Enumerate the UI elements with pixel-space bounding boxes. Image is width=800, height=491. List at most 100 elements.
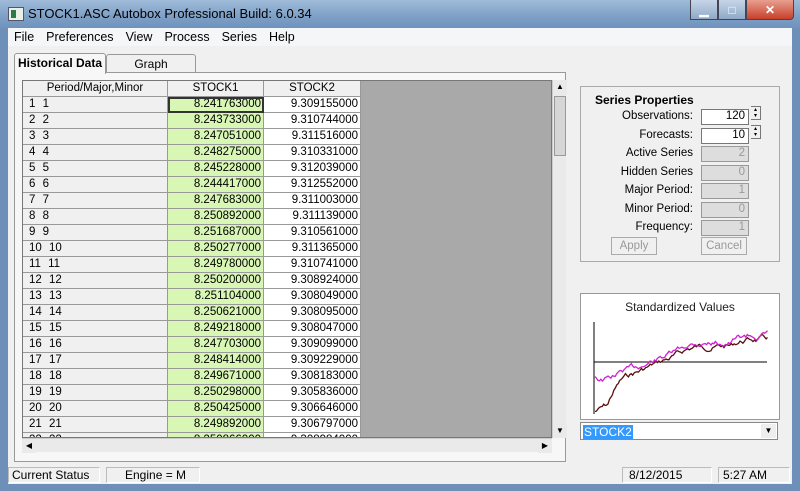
period-cell[interactable]: 2 2 bbox=[23, 113, 168, 129]
stock2-cell[interactable]: 9.308183000 bbox=[264, 369, 361, 385]
chevron-down-icon[interactable]: ▼ bbox=[761, 424, 776, 438]
period-cell[interactable]: 16 16 bbox=[23, 337, 168, 353]
stock2-cell[interactable]: 9.305836000 bbox=[264, 385, 361, 401]
series-select[interactable]: STOCK2 ▼ bbox=[580, 422, 778, 440]
stock2-cell[interactable]: 9.312039000 bbox=[264, 161, 361, 177]
stock1-cell[interactable]: 8.247683000 bbox=[168, 193, 264, 209]
stock2-cell[interactable]: 9.311516000 bbox=[264, 129, 361, 145]
stock1-cell[interactable]: 8.250892000 bbox=[168, 209, 264, 225]
stock1-cell[interactable]: 8.250425000 bbox=[168, 401, 264, 417]
stock2-cell[interactable]: 9.311003000 bbox=[264, 193, 361, 209]
scroll-up-arrow[interactable]: ▲ bbox=[553, 80, 567, 94]
stock1-cell[interactable]: 8.247703000 bbox=[168, 337, 264, 353]
period-cell[interactable]: 21 21 bbox=[23, 417, 168, 433]
scroll-thumb[interactable] bbox=[554, 96, 566, 156]
scroll-right-arrow[interactable]: ▶ bbox=[538, 439, 552, 453]
menu-bar: File Preferences View Process Series Hel… bbox=[8, 28, 792, 46]
property-value-field[interactable]: 120 bbox=[701, 109, 749, 125]
stock1-cell[interactable]: 8.250298000 bbox=[168, 385, 264, 401]
stock2-cell[interactable]: 9.306797000 bbox=[264, 417, 361, 433]
stock2-cell[interactable]: 9.310741000 bbox=[264, 257, 361, 273]
period-cell[interactable]: 18 18 bbox=[23, 369, 168, 385]
menu-view[interactable]: View bbox=[120, 28, 159, 46]
stock1-cell[interactable]: 8.247051000 bbox=[168, 129, 264, 145]
property-value-field: 2 bbox=[701, 146, 749, 162]
menu-help[interactable]: Help bbox=[263, 28, 301, 46]
stock1-cell[interactable]: 8.250200000 bbox=[168, 273, 264, 289]
stock1-cell[interactable]: 8.249892000 bbox=[168, 417, 264, 433]
stock2-cell[interactable]: 9.308049000 bbox=[264, 289, 361, 305]
stock1-cell[interactable]: 8.250277000 bbox=[168, 241, 264, 257]
period-cell[interactable]: 10 10 bbox=[23, 241, 168, 257]
stock1-cell[interactable]: 8.241763000 bbox=[168, 97, 264, 113]
stock1-cell[interactable]: 8.243733000 bbox=[168, 113, 264, 129]
period-cell[interactable]: 13 13 bbox=[23, 289, 168, 305]
period-cell[interactable]: 4 4 bbox=[23, 145, 168, 161]
stock1-cell[interactable]: 8.245228000 bbox=[168, 161, 264, 177]
spinner-icon[interactable]: ▴ ▾ bbox=[751, 106, 761, 120]
stock1-cell[interactable]: 8.248414000 bbox=[168, 353, 264, 369]
period-cell[interactable]: 11 11 bbox=[23, 257, 168, 273]
spinner-icon[interactable]: ▴ ▾ bbox=[751, 124, 761, 139]
stock1-cell[interactable]: 8.248275000 bbox=[168, 145, 264, 161]
period-cell[interactable]: 14 14 bbox=[23, 305, 168, 321]
stock1-cell[interactable]: 8.250621000 bbox=[168, 305, 264, 321]
period-cell[interactable]: 3 3 bbox=[23, 129, 168, 145]
period-cell[interactable]: 17 17 bbox=[23, 353, 168, 369]
tab-graph[interactable]: Graph bbox=[106, 54, 196, 73]
scroll-left-arrow[interactable]: ◀ bbox=[22, 439, 36, 453]
apply-button[interactable]: Apply bbox=[611, 237, 657, 255]
stock2-cell[interactable]: 9.309229000 bbox=[264, 353, 361, 369]
period-cell[interactable]: 6 6 bbox=[23, 177, 168, 193]
stock1-cell[interactable]: 8.249218000 bbox=[168, 321, 264, 337]
stock2-cell[interactable]: 9.310331000 bbox=[264, 145, 361, 161]
stock2-cell[interactable]: 9.311365000 bbox=[264, 241, 361, 257]
period-cell[interactable]: 12 12 bbox=[23, 273, 168, 289]
stock1-cell[interactable]: 8.249780000 bbox=[168, 257, 264, 273]
table-row: 2 2 8.243733000 9.310744000 bbox=[23, 113, 361, 129]
menu-preferences[interactable]: Preferences bbox=[40, 28, 119, 46]
minimize-button[interactable]: ▁ bbox=[690, 0, 718, 20]
stock2-cell[interactable]: 9.311139000 bbox=[264, 209, 361, 225]
table-row: 14 14 8.250621000 9.308095000 bbox=[23, 305, 361, 321]
period-cell[interactable]: 8 8 bbox=[23, 209, 168, 225]
vertical-scrollbar[interactable]: ▲ ▼ bbox=[552, 80, 567, 438]
menu-process[interactable]: Process bbox=[158, 28, 215, 46]
stock1-cell[interactable]: 8.249671000 bbox=[168, 369, 264, 385]
tab-historical-data[interactable]: Historical Data bbox=[14, 53, 106, 74]
property-value-field[interactable]: 10 bbox=[701, 127, 749, 144]
cancel-button[interactable]: Cancel bbox=[701, 237, 747, 255]
stock2-cell[interactable]: 9.308095000 bbox=[264, 305, 361, 321]
stock2-cell[interactable]: 9.309155000 bbox=[264, 97, 361, 113]
period-cell[interactable]: 9 9 bbox=[23, 225, 168, 241]
status-bar: Current Status Engine = M 8/12/2015 5:27… bbox=[8, 464, 792, 484]
stock1-cell[interactable]: 8.251687000 bbox=[168, 225, 264, 241]
maximize-button[interactable]: □ bbox=[718, 0, 746, 20]
menu-file[interactable]: File bbox=[8, 28, 40, 46]
stock2-cell[interactable]: 9.306646000 bbox=[264, 401, 361, 417]
period-cell[interactable]: 20 20 bbox=[23, 401, 168, 417]
period-cell[interactable]: 1 1 bbox=[23, 97, 168, 113]
stock2-cell[interactable]: 9.310744000 bbox=[264, 113, 361, 129]
series-stock2-line bbox=[594, 330, 768, 382]
column-header-stock1[interactable]: STOCK1 bbox=[168, 81, 264, 97]
close-button[interactable]: ✕ bbox=[746, 0, 794, 20]
period-cell[interactable]: 19 19 bbox=[23, 385, 168, 401]
period-cell[interactable]: 15 15 bbox=[23, 321, 168, 337]
stock2-cell[interactable]: 9.308047000 bbox=[264, 321, 361, 337]
column-header-stock2[interactable]: STOCK2 bbox=[264, 81, 361, 97]
stock2-cell[interactable]: 9.310561000 bbox=[264, 225, 361, 241]
period-cell[interactable]: 5 5 bbox=[23, 161, 168, 177]
stock2-cell[interactable]: 9.309099000 bbox=[264, 337, 361, 353]
horizontal-scrollbar[interactable]: ◀ ▶ bbox=[22, 438, 552, 453]
stock2-cell[interactable]: 9.308924000 bbox=[264, 273, 361, 289]
series-properties-group: Series Properties Observations: 120 ▴ ▾ Fore… bbox=[580, 86, 780, 262]
scroll-down-arrow[interactable]: ▼ bbox=[553, 424, 567, 438]
menu-series[interactable]: Series bbox=[216, 28, 263, 46]
property-label: Observations: bbox=[622, 110, 693, 122]
stock1-cell[interactable]: 8.244417000 bbox=[168, 177, 264, 193]
period-cell[interactable]: 7 7 bbox=[23, 193, 168, 209]
stock2-cell[interactable]: 9.312552000 bbox=[264, 177, 361, 193]
column-header-period[interactable]: Period/Major,Minor bbox=[23, 81, 168, 97]
stock1-cell[interactable]: 8.251104000 bbox=[168, 289, 264, 305]
